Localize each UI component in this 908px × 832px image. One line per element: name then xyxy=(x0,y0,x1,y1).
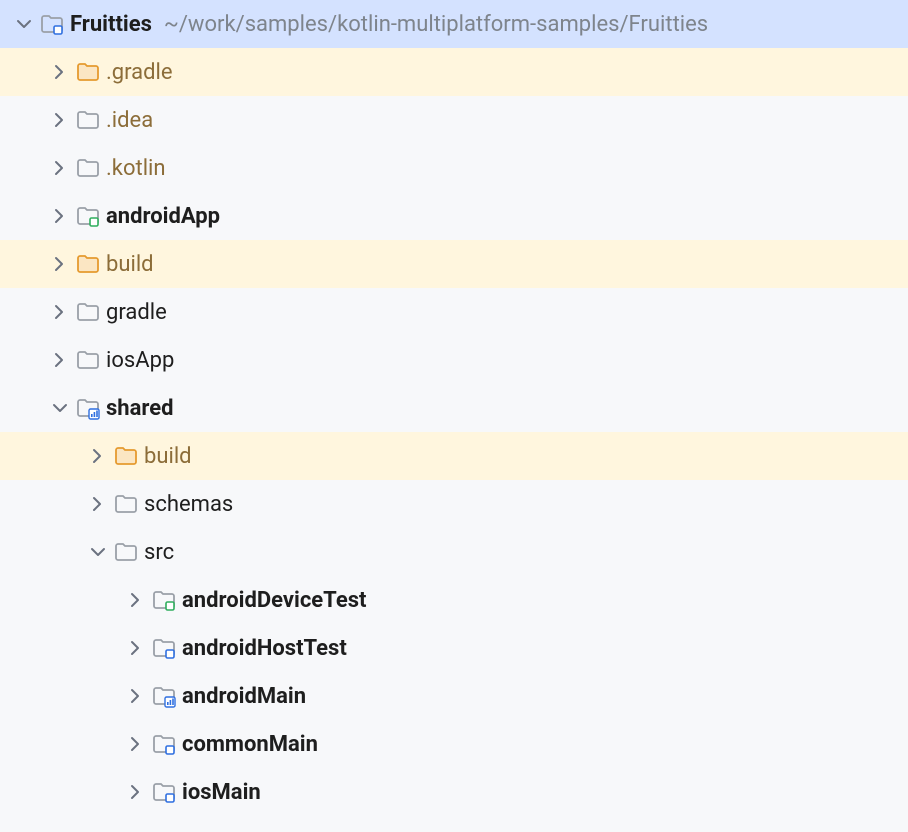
folder-icon xyxy=(76,300,100,324)
tree-item-label: androidMain xyxy=(182,684,306,709)
tree-item-label: androidHostTest xyxy=(182,636,347,661)
tree-item-label: shared xyxy=(106,396,174,421)
tree-item-label: iosMain xyxy=(182,780,261,805)
chevron-right-icon[interactable] xyxy=(88,446,108,466)
chevron-right-icon[interactable] xyxy=(50,158,70,178)
project-tree[interactable]: Fruitties ~/work/samples/kotlin-multipla… xyxy=(0,0,908,816)
chevron-right-icon[interactable] xyxy=(126,686,146,706)
chevron-right-icon[interactable] xyxy=(126,590,146,610)
module-folder-icon xyxy=(76,204,100,228)
excluded-folder-icon xyxy=(114,444,138,468)
folder-icon xyxy=(76,348,100,372)
tree-row[interactable]: commonMain xyxy=(0,720,908,768)
tree-item-label: build xyxy=(106,252,154,277)
source-folder-icon xyxy=(152,780,176,804)
tree-item-label: .kotlin xyxy=(106,156,166,181)
tree-item-label: commonMain xyxy=(182,732,318,757)
folder-icon xyxy=(76,156,100,180)
chevron-right-icon[interactable] xyxy=(50,350,70,370)
module-folder-icon xyxy=(40,12,64,36)
tree-item-label: Fruitties xyxy=(70,12,152,37)
tree-row[interactable]: androidDeviceTest xyxy=(0,576,908,624)
tree-item-label: iosApp xyxy=(106,348,174,373)
tree-row[interactable]: gradle xyxy=(0,288,908,336)
source-folder-icon xyxy=(152,636,176,660)
module-folder-icon xyxy=(76,396,100,420)
project-path: ~/work/samples/kotlin-multiplatform-samp… xyxy=(164,12,708,37)
tree-row[interactable]: build xyxy=(0,240,908,288)
tree-item-label: .idea xyxy=(106,108,153,133)
tree-item-label: build xyxy=(144,444,192,469)
source-folder-icon xyxy=(152,588,176,612)
tree-item-label: schemas xyxy=(144,492,233,517)
chevron-right-icon[interactable] xyxy=(126,782,146,802)
tree-item-label: gradle xyxy=(106,300,167,325)
tree-row[interactable]: .kotlin xyxy=(0,144,908,192)
tree-row[interactable]: iosApp xyxy=(0,336,908,384)
tree-row[interactable]: src xyxy=(0,528,908,576)
excluded-folder-icon xyxy=(76,60,100,84)
chevron-down-icon[interactable] xyxy=(14,14,34,34)
tree-item-label: androidApp xyxy=(106,204,220,229)
tree-item-label: androidDeviceTest xyxy=(182,588,366,613)
source-folder-icon xyxy=(152,732,176,756)
tree-item-label: .gradle xyxy=(106,60,173,85)
chevron-down-icon[interactable] xyxy=(50,398,70,418)
tree-row[interactable]: iosMain xyxy=(0,768,908,816)
tree-row[interactable]: androidHostTest xyxy=(0,624,908,672)
excluded-folder-icon xyxy=(76,252,100,276)
chevron-right-icon[interactable] xyxy=(50,110,70,130)
tree-row[interactable]: build xyxy=(0,432,908,480)
tree-row[interactable]: .idea xyxy=(0,96,908,144)
tree-row[interactable]: androidMain xyxy=(0,672,908,720)
chevron-right-icon[interactable] xyxy=(50,206,70,226)
tree-row-root[interactable]: Fruitties ~/work/samples/kotlin-multipla… xyxy=(0,0,908,48)
tree-row[interactable]: androidApp xyxy=(0,192,908,240)
tree-row[interactable]: schemas xyxy=(0,480,908,528)
folder-icon xyxy=(114,492,138,516)
folder-icon xyxy=(114,540,138,564)
tree-row[interactable]: .gradle xyxy=(0,48,908,96)
chevron-right-icon[interactable] xyxy=(88,494,108,514)
chevron-right-icon[interactable] xyxy=(50,302,70,322)
chevron-right-icon[interactable] xyxy=(126,638,146,658)
chevron-right-icon[interactable] xyxy=(50,62,70,82)
chevron-right-icon[interactable] xyxy=(50,254,70,274)
folder-icon xyxy=(76,108,100,132)
tree-item-label: src xyxy=(144,540,174,565)
source-folder-icon xyxy=(152,684,176,708)
tree-row[interactable]: shared xyxy=(0,384,908,432)
chevron-down-icon[interactable] xyxy=(88,542,108,562)
chevron-right-icon[interactable] xyxy=(126,734,146,754)
